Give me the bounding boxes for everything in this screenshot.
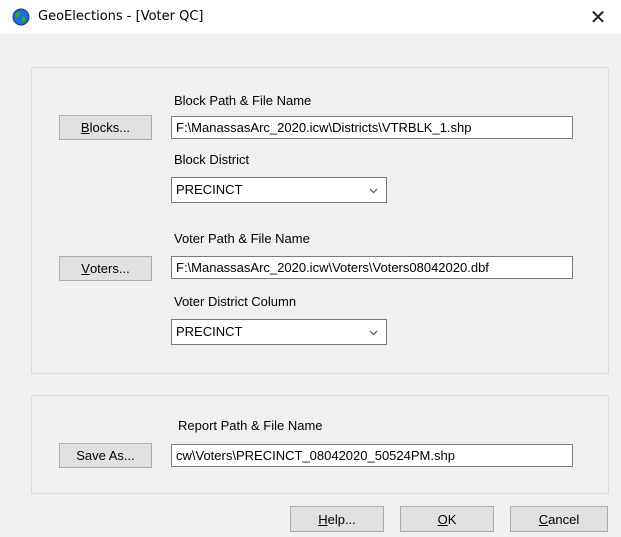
report-path-field[interactable]: cw\Voters\PRECINCT_08042020_50524PM.shp: [171, 444, 573, 467]
block-district-select[interactable]: PRECINCT: [171, 177, 387, 203]
block-district-value: PRECINCT: [176, 182, 243, 197]
close-button[interactable]: ✕: [575, 0, 621, 34]
chevron-down-icon: [369, 330, 378, 336]
blocks-button-accel: B: [80, 120, 90, 135]
ok-button[interactable]: OK: [400, 506, 494, 532]
block-path-label: Block Path & File Name: [174, 93, 312, 108]
help-button[interactable]: Help...: [290, 506, 384, 532]
blocks-button[interactable]: Blocks...: [59, 115, 152, 140]
window-title: GeoElections - [Voter QC]: [38, 9, 204, 24]
voters-button-accel: V: [81, 261, 90, 276]
voter-district-label: Voter District Column: [174, 294, 297, 309]
ok-button-accel: O: [437, 511, 448, 527]
cancel-button[interactable]: Cancel: [510, 506, 608, 532]
voters-button[interactable]: Voters...: [59, 256, 152, 281]
cancel-button-label: ancel: [548, 511, 580, 527]
save-as-button[interactable]: Save As...: [59, 443, 152, 468]
voters-button-label: oters...: [89, 261, 130, 276]
title-bar: GeoElections - [Voter QC] ✕: [0, 0, 621, 34]
help-button-label: elp...: [327, 511, 356, 527]
chevron-down-icon: [369, 188, 378, 194]
report-path-label: Report Path & File Name: [178, 418, 323, 433]
help-button-accel: H: [318, 511, 328, 527]
voter-district-value: PRECINCT: [176, 324, 243, 339]
voter-path-label: Voter Path & File Name: [174, 231, 310, 246]
cancel-button-accel: C: [538, 511, 549, 527]
globe-icon: [12, 8, 30, 26]
block-path-field[interactable]: F:\ManassasArc_2020.icw\Districts\VTRBLK…: [171, 116, 573, 139]
voter-path-field[interactable]: F:\ManassasArc_2020.icw\Voters\Voters080…: [171, 256, 573, 279]
close-icon: ✕: [589, 5, 607, 29]
ok-button-label: K: [447, 511, 457, 527]
block-district-label: Block District: [174, 152, 250, 167]
voter-district-select[interactable]: PRECINCT: [171, 319, 387, 345]
blocks-button-label: locks...: [89, 120, 131, 135]
